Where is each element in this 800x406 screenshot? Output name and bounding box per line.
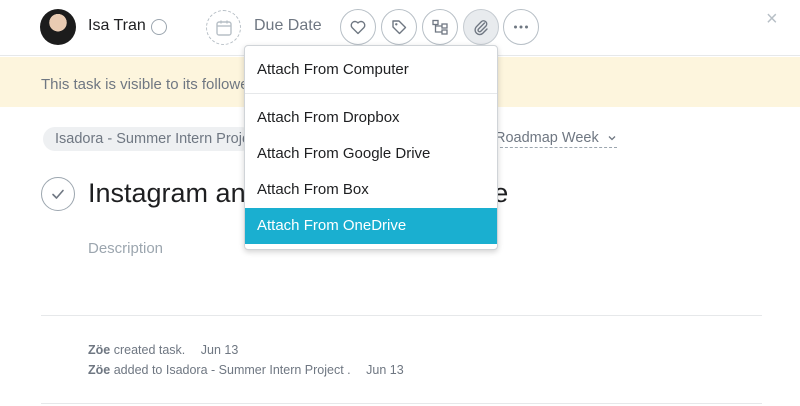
project-pill[interactable]: Isadora - Summer Intern Project [43,127,253,151]
attach-from-dropbox-item[interactable]: Attach From Dropbox [245,100,497,136]
chevron-down-icon [608,136,616,141]
activity-user[interactable]: Zöe [88,343,110,357]
subtasks-button[interactable] [422,9,458,45]
activity-user[interactable]: Zöe [88,363,110,377]
activity-date: Jun 13 [366,363,404,377]
assignee-name[interactable]: Isa Tran [88,17,146,35]
tag-icon [392,20,407,35]
checkmark-icon [52,189,64,199]
activity-action: created task. [113,343,186,357]
attach-from-google-drive-item[interactable]: Attach From Google Drive [245,136,497,172]
due-date-button[interactable] [206,10,241,45]
subtask-icon [432,19,448,35]
avatar[interactable] [40,9,76,45]
attach-from-box-item[interactable]: Attach From Box [245,172,497,208]
assignee-status-icon [151,19,167,35]
attach-from-onedrive-item[interactable]: Attach From OneDrive [245,208,497,244]
tags-button[interactable] [381,9,417,45]
like-button[interactable] [340,9,376,45]
menu-separator [245,93,497,94]
attach-button[interactable] [463,9,499,45]
activity-date: Jun 13 [200,343,239,357]
divider [41,403,762,404]
heart-icon [350,20,366,35]
calendar-icon [215,20,232,36]
description-field[interactable]: Description [88,240,163,257]
close-icon[interactable]: × [766,8,778,31]
section-name: Roadmap Week [495,130,599,146]
due-date-label[interactable]: Due Date [254,17,322,35]
section-picker[interactable]: Roadmap Week [495,130,617,148]
activity-item: Zöe added to Isadora - Summer Intern Pro… [88,363,404,377]
complete-task-button[interactable] [41,177,75,211]
attach-menu: Attach From Computer Attach From Dropbox… [244,45,498,250]
more-icon [514,25,528,29]
divider [41,315,762,316]
more-button[interactable] [503,9,539,45]
visibility-banner-text: This task is visible to its followers [41,76,262,93]
attach-from-computer-item[interactable]: Attach From Computer [245,52,497,88]
activity-item: Zöe created task. Jun 13 [88,343,238,357]
activity-action: added to Isadora - Summer Intern Project… [113,363,351,377]
paperclip-icon [474,20,488,36]
